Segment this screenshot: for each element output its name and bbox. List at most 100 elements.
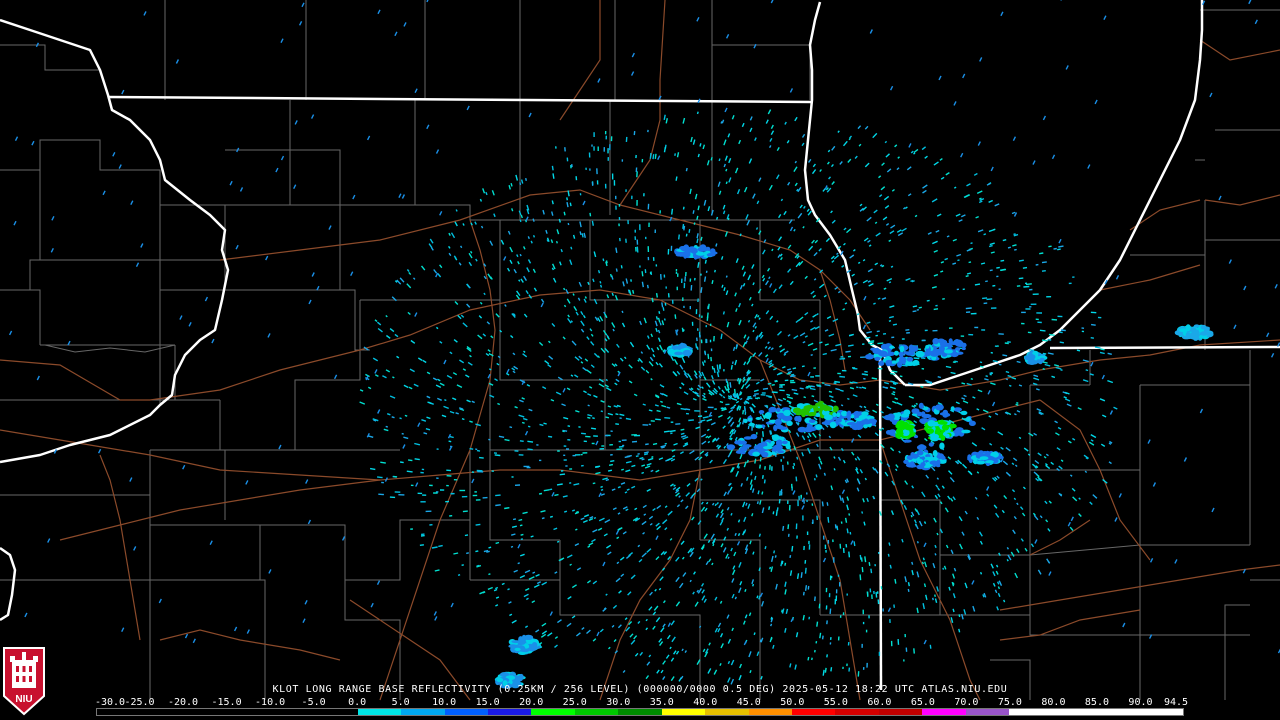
echo-speckle [795,476,798,482]
storm-cell [743,418,748,424]
echo-speckle [546,239,549,242]
storm-cell [776,439,783,447]
echo-speckle [731,361,734,365]
storm-cell [770,440,775,445]
storm-cell [948,338,953,345]
echo-speckle [811,395,815,398]
echo-speckle [764,546,767,550]
echo-speckle [793,462,796,466]
storm-cell [965,416,971,422]
echo-speckle [377,476,383,479]
echo-speckle [763,479,766,484]
echo-speckle [937,376,941,379]
echo-speckle [527,448,533,451]
scale-label: 25.0 [562,697,587,708]
echo-speckle [1028,349,1035,352]
echo-speckle [997,586,1001,590]
echo-speckle [560,248,563,253]
echo-speckle [759,464,761,469]
echo-speckle [762,387,769,390]
echo-speckle [781,560,784,565]
echo-speckle [579,231,582,236]
echo-speckle [707,353,710,360]
echo-speckle [519,440,524,442]
echo-speckle [1100,348,1105,351]
echo-speckle [1018,277,1024,280]
echo-speckle [761,474,764,479]
echo-speckle [771,391,778,394]
echo-speckle [839,357,846,360]
echo-speckle [782,525,785,531]
storm-cell [929,460,938,465]
echo-speckle [883,287,887,290]
echo-speckle [864,556,867,563]
echo-speckle [656,409,661,413]
echo-speckle [957,259,960,262]
echo-speckle [551,200,554,205]
echo-speckle [916,607,919,614]
storm-cell [915,350,925,358]
scale-segment [314,709,358,715]
storm-cell [1192,335,1199,340]
echo-speckle [663,318,666,321]
echo-speckle [479,198,483,202]
echo-speckle [888,542,891,546]
echo-speckle [737,466,740,469]
echo-speckle [498,435,505,438]
echo-speckle [600,410,604,413]
echo-speckle [758,533,761,537]
echo-speckle [444,399,447,402]
echo-speckle [761,491,764,495]
storm-cell [772,445,780,452]
scale-label: 60.0 [867,697,892,708]
storm-cell [912,453,919,459]
echo-speckle [745,502,748,506]
echo-speckle [982,297,988,300]
storm-cell [750,433,758,440]
echo-speckle [661,302,664,308]
echo-speckle [726,381,729,387]
echo-speckle [671,208,674,215]
storm-cell [911,408,920,414]
echo-speckle [861,373,866,376]
storm-cell [825,406,833,411]
echo-speckle [1004,342,1009,345]
echo-speckle [864,477,867,481]
echo-speckle [532,218,535,222]
echo-speckle [563,211,566,216]
echo-speckle [716,216,719,220]
scale-segment [878,709,923,715]
echo-speckle [806,385,811,388]
echo-speckle [787,524,790,530]
storm-cell [920,462,926,467]
echo-speckle [998,363,1002,366]
echo-speckle [600,485,603,488]
echo-speckle [654,153,657,159]
echo-speckle [720,121,723,124]
echo-speckle [728,437,732,440]
echo-speckle [849,387,855,390]
echo-speckle [462,223,465,226]
echo-speckle [879,264,883,267]
echo-speckle [527,236,530,240]
echo-speckle [476,449,481,452]
storm-cell [726,444,736,450]
echo-speckle [685,408,691,411]
echo-speckle [682,223,685,229]
scale-label: -25.0 [124,697,155,708]
echo-speckle [380,461,386,464]
echo-speckle [696,238,699,244]
echo-speckle [696,111,699,115]
storm-cell [807,426,816,431]
storm-cell [684,250,690,256]
storm-cell [496,677,504,683]
echo-speckle [517,562,520,565]
echo-speckle [423,432,428,435]
storm-cell [932,351,938,356]
storm-cell [939,342,949,348]
storm-cell [920,445,927,449]
echo-speckle [974,283,981,286]
echo-speckle [759,456,762,462]
echo-speckle [859,554,862,560]
echo-speckle [567,425,571,427]
